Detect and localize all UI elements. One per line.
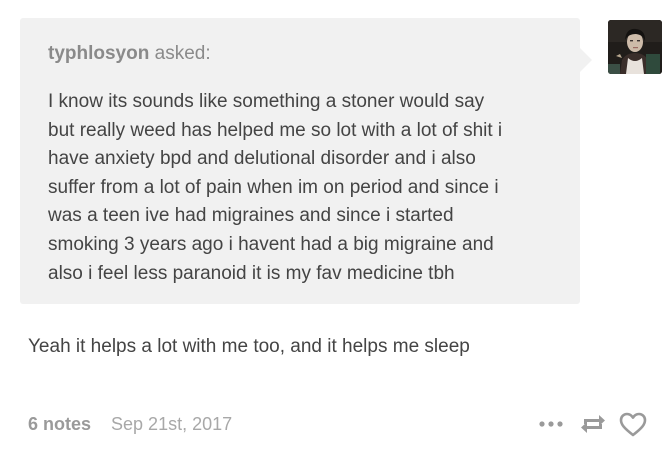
post-footer: 6 notes Sep 21st, 2017: [28, 410, 232, 438]
notes-count[interactable]: 6 notes: [28, 414, 91, 435]
question-line: also i feel less paranoid it is my fav m…: [48, 262, 455, 284]
question-line: but really weed has helped me so lot wit…: [48, 119, 503, 141]
asked-label: asked:: [154, 43, 211, 64]
post-actions: [536, 408, 648, 440]
reblog-icon[interactable]: [578, 408, 608, 440]
ask-box: typhlosyon asked: I know its sounds like…: [20, 18, 592, 304]
question-line: suffer from a lot of pain when im on per…: [48, 176, 499, 198]
asker-line: typhlosyon asked:: [48, 42, 552, 66]
question-line: have anxiety bpd and delutional disorder…: [48, 148, 476, 170]
more-dots-icon[interactable]: [536, 408, 568, 440]
asker-name[interactable]: typhlosyon: [48, 43, 149, 64]
question-line: was a teen ive had migraines and since i…: [48, 205, 454, 227]
question-text: I know its sounds like something a stone…: [48, 88, 552, 288]
avatar-portrait-image: [608, 20, 662, 74]
answer-text: Yeah it helps a lot with me too, and it …: [28, 336, 470, 357]
post-date[interactable]: Sep 21st, 2017: [111, 414, 232, 435]
heart-icon[interactable]: [618, 408, 648, 440]
asker-avatar[interactable]: [608, 20, 662, 74]
question-line: smoking 3 years ago i havent had a big m…: [48, 233, 494, 255]
question-line: I know its sounds like something a stone…: [48, 91, 485, 112]
